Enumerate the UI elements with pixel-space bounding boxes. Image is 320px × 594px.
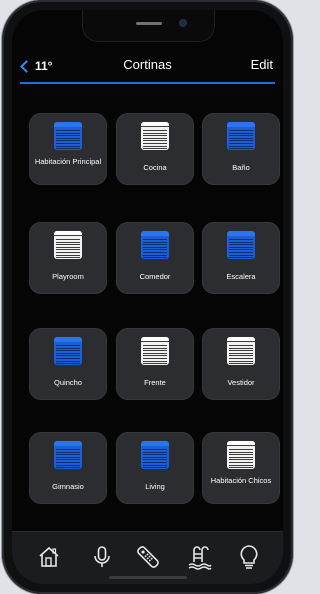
tab-home[interactable] [34,542,64,572]
curtain-tile[interactable]: Baño [202,113,280,185]
blind-icon [227,122,255,150]
blind-icon [227,231,255,259]
remote-control-icon [137,546,159,568]
blind-icon [141,441,169,469]
blind-icon [54,122,82,150]
home-indicator [109,576,187,579]
curtain-tile[interactable]: Habitación Principal [29,113,107,185]
curtain-label: Habitación Principal [34,157,102,166]
curtain-tile[interactable]: Habitación Chicos [202,432,280,504]
curtain-label: Living [145,482,165,491]
curtain-tile[interactable]: Vestidor [202,328,280,400]
light-bulb-icon [240,545,258,569]
curtain-tile[interactable]: Frente [116,328,194,400]
curtain-label: Cocina [143,163,167,172]
curtains-grid: Habitación Principal Cocina Baño Playroom Co… [12,10,283,530]
home-icon [39,546,59,567]
blind-icon [141,231,169,259]
blind-icon [227,441,255,469]
curtain-label: Playroom [52,272,84,281]
pool-icon [188,546,212,570]
tab-voice[interactable] [87,542,117,572]
curtain-tile[interactable]: Living [116,432,194,504]
curtain-tile[interactable]: Playroom [29,222,107,294]
blind-icon [54,337,82,365]
blind-icon [141,337,169,365]
curtain-label: Quincho [54,378,82,387]
tab-lights[interactable] [234,542,264,572]
tab-remote[interactable] [133,542,163,572]
phone-frame: 11° Cortinas Edit Habitación Principal Co… [2,0,293,594]
curtain-label: Frente [144,378,166,387]
blind-icon [54,441,82,469]
microphone-icon [94,546,110,567]
tab-bar [12,531,283,584]
curtain-tile[interactable]: Quincho [29,328,107,400]
curtain-tile[interactable]: Escalera [202,222,280,294]
curtain-label: Gimnasio [52,482,84,491]
blind-icon [54,231,82,259]
curtain-label: Habitación Chicos [210,476,272,485]
curtain-tile[interactable]: Comedor [116,222,194,294]
app-screen: 11° Cortinas Edit Habitación Principal Co… [12,10,283,584]
tab-pool[interactable] [184,542,214,572]
curtain-label: Escalera [226,272,256,281]
curtain-tile[interactable]: Cocina [116,113,194,185]
blind-icon [141,122,169,150]
blind-icon [227,337,255,365]
curtain-label: Vestidor [227,378,255,387]
curtain-tile[interactable]: Gimnasio [29,432,107,504]
curtain-label: Baño [232,163,250,172]
curtain-label: Comedor [139,272,171,281]
